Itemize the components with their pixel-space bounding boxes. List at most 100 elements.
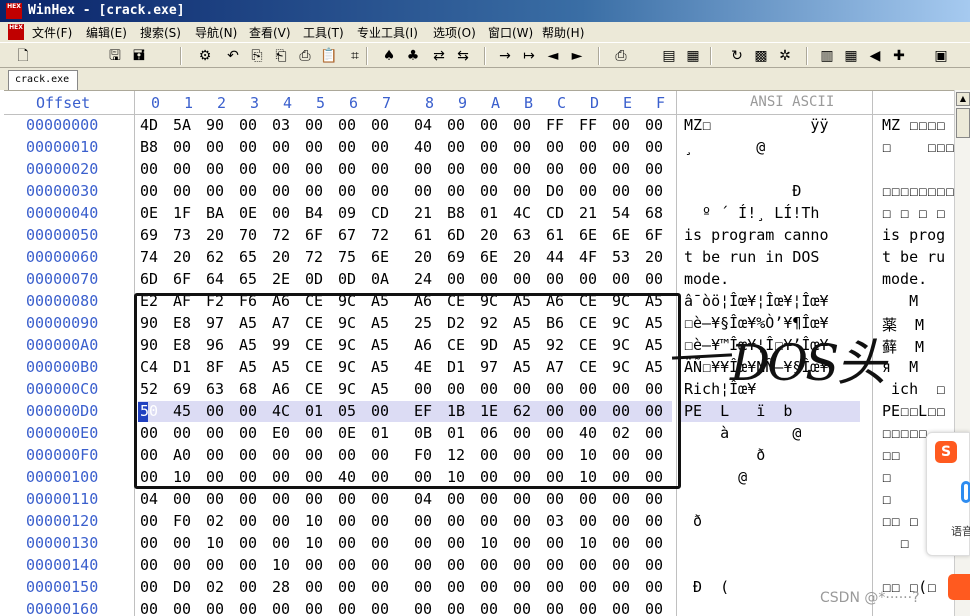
hex-byte[interactable]: 00 (305, 116, 338, 134)
hex-byte[interactable]: 00 (140, 512, 173, 530)
hex-byte[interactable]: 00 (645, 116, 678, 134)
hex-byte[interactable]: 00 (546, 138, 579, 156)
row-hex-bytes[interactable]: 00 00 00 00 10 00 00 00 00 00 00 00 00 00 00 00 (140, 556, 678, 574)
hex-byte[interactable]: 00 (206, 600, 239, 616)
hex-byte[interactable]: 00 (305, 182, 338, 200)
replace-hex-icon[interactable]: ⇆ (454, 47, 472, 65)
hex-byte[interactable]: 00 (173, 138, 206, 156)
hex-byte[interactable]: 00 (239, 600, 272, 616)
hex-byte[interactable]: 00 (371, 182, 404, 200)
row-ascii-text[interactable]: M (882, 292, 958, 310)
hex-byte[interactable]: 00 (305, 160, 338, 178)
hex-byte[interactable]: 00 (414, 160, 447, 178)
row-hex-bytes[interactable]: 6D 6F 64 65 2E 0D 0D 0A 24 00 00 00 00 00 00 00 (140, 270, 678, 288)
copy-icon[interactable]: ⎘ (248, 47, 266, 65)
hex-byte[interactable]: 00 (239, 534, 272, 552)
hex-byte[interactable]: 10 (480, 534, 513, 552)
hex-byte[interactable]: 00 (206, 160, 239, 178)
hex-byte[interactable]: 00 (546, 556, 579, 574)
menu-item-9[interactable]: 帮助(H) (542, 24, 584, 41)
row-ansi-text[interactable]: º ´ Í!¸ LÍ!Th (684, 204, 819, 222)
menu-item-5[interactable]: 工具(T) (303, 24, 344, 41)
hex-byte[interactable]: 00 (612, 512, 645, 530)
row-ansi-text[interactable]: à @ (684, 424, 801, 442)
hex-byte[interactable]: 00 (338, 138, 371, 156)
hex-byte[interactable]: 20 (480, 226, 513, 244)
hex-byte[interactable]: 00 (371, 578, 404, 596)
hex-byte[interactable]: 69 (140, 226, 173, 244)
hex-byte[interactable]: 00 (272, 512, 305, 530)
hex-byte[interactable]: 00 (645, 182, 678, 200)
hex-byte[interactable]: 00 (645, 490, 678, 508)
scroll-up-icon[interactable]: ▲ (956, 92, 970, 106)
row-ansi-text[interactable]: t be run in DOS (684, 248, 829, 266)
save-icon[interactable]: 🖬 (130, 47, 148, 65)
hex-byte[interactable]: BA (206, 204, 239, 222)
hex-byte[interactable]: 00 (447, 270, 480, 288)
hex-byte[interactable]: 00 (513, 270, 546, 288)
hex-byte[interactable]: F0 (173, 512, 206, 530)
row-ascii-text[interactable]: MZ ☐☐☐☐ (882, 116, 958, 134)
menu-item-0[interactable]: 文件(F) (32, 24, 72, 41)
hex-byte[interactable]: 00 (612, 490, 645, 508)
hex-byte[interactable]: 20 (206, 226, 239, 244)
hex-byte[interactable]: 00 (513, 534, 546, 552)
forward-icon[interactable]: ► (568, 47, 586, 65)
row-hex-bytes[interactable]: 4D 5A 90 00 03 00 00 00 04 00 00 00 FF FF 00 00 (140, 116, 678, 134)
hex-byte[interactable]: 00 (447, 578, 480, 596)
hex-byte[interactable]: 00 (579, 578, 612, 596)
hex-row[interactable]: 00000070 6D 6F 64 65 2E 0D 0D 0A 24 00 00 00 00 00 00 00… (4, 269, 958, 291)
hex-byte[interactable]: 20 (173, 248, 206, 266)
hex-byte[interactable]: 6E (612, 226, 645, 244)
hex-row[interactable]: 00000000 4D 5A 90 00 03 00 00 00 04 00 00 00 FF FF 00 00… (4, 115, 958, 137)
row-ansi-text[interactable]: PE L ï b (684, 402, 792, 420)
hex-byte[interactable]: D0 (173, 578, 206, 596)
hex-byte[interactable]: 02 (206, 578, 239, 596)
hex-byte[interactable]: 28 (272, 578, 305, 596)
hex-byte[interactable]: 00 (305, 578, 338, 596)
hex-byte[interactable]: 00 (305, 600, 338, 616)
hex-byte[interactable]: 00 (546, 270, 579, 288)
hex-byte[interactable]: 72 (305, 248, 338, 266)
hex-byte[interactable]: 00 (480, 600, 513, 616)
hex-byte[interactable]: 4C (513, 204, 546, 222)
row-ascii-text[interactable]: 藓 M (882, 336, 958, 357)
hex-byte[interactable]: 02 (206, 512, 239, 530)
hex-byte[interactable]: 20 (645, 248, 678, 266)
hex-byte[interactable]: 00 (206, 138, 239, 156)
hex-byte[interactable]: 62 (206, 248, 239, 266)
row-ansi-text[interactable]: Ð (684, 182, 801, 200)
hex-row[interactable]: 00000150 00 D0 02 00 28 00 00 00 00 00 00 00 00 00 00 00… (4, 577, 958, 599)
row-ascii-text[interactable]: PE☐☐L☐☐ (882, 402, 958, 420)
find-hex-icon[interactable]: ♣ (404, 47, 422, 65)
find-text-icon[interactable]: ♠ (380, 47, 398, 65)
row-ascii-text[interactable]: 薬 M (882, 314, 958, 335)
hex-byte[interactable]: 61 (414, 226, 447, 244)
hex-byte[interactable]: 21 (579, 204, 612, 222)
hex-byte[interactable]: 00 (414, 578, 447, 596)
hex-byte[interactable]: FF (546, 116, 579, 134)
hex-byte[interactable]: D0 (546, 182, 579, 200)
hex-byte[interactable]: 04 (140, 490, 173, 508)
hex-byte[interactable]: 00 (305, 490, 338, 508)
hex-byte[interactable]: 65 (239, 248, 272, 266)
hex-byte[interactable]: 00 (447, 116, 480, 134)
hex-byte[interactable]: 00 (414, 182, 447, 200)
ram-icon[interactable]: ▦ (684, 47, 702, 65)
hex-byte[interactable]: 00 (206, 556, 239, 574)
hex-byte[interactable]: 0E (140, 204, 173, 222)
row-ascii-text[interactable]: ich ☐ (882, 380, 958, 398)
hex-byte[interactable]: 00 (338, 534, 371, 552)
hex-byte[interactable]: 00 (338, 600, 371, 616)
row-hex-bytes[interactable]: 04 00 00 00 00 00 00 00 04 00 00 00 00 00 00 00 (140, 490, 678, 508)
hex-row[interactable]: 00000110 04 00 00 00 00 00 00 00 04 00 00 00 00 00 00 00… (4, 489, 958, 511)
hex-byte[interactable]: 10 (272, 556, 305, 574)
row-ansi-text[interactable]: ð (684, 512, 702, 530)
goto-offset-icon[interactable]: → (496, 47, 514, 65)
hex-byte[interactable]: 00 (480, 160, 513, 178)
hex-byte[interactable]: 73 (173, 226, 206, 244)
hex-byte[interactable]: 68 (645, 204, 678, 222)
ime-toolbar-widget[interactable]: S 语音 (926, 432, 970, 556)
hex-byte[interactable]: 00 (645, 138, 678, 156)
row-ascii-text[interactable]: ☐☐☐☐☐☐☐☐ (882, 182, 958, 200)
